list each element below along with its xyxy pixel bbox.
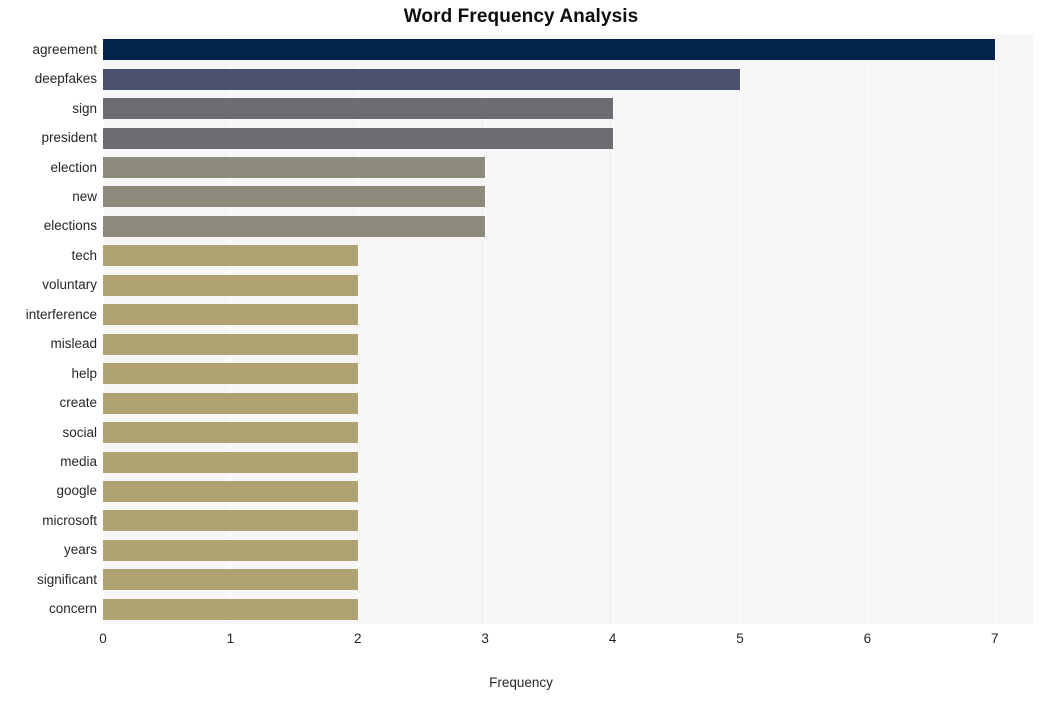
- bar-create[interactable]: [103, 392, 358, 414]
- bar-row[interactable]: [103, 39, 1033, 61]
- y-tick-label-elections: elections: [43, 218, 97, 234]
- y-tick-label-sign: sign: [72, 100, 97, 116]
- bar-row[interactable]: [103, 480, 1033, 502]
- bar-mislead[interactable]: [103, 333, 358, 355]
- y-tick-label-agreement: agreement: [32, 41, 97, 57]
- y-tick-label-tech: tech: [71, 247, 97, 263]
- bar-row[interactable]: [103, 598, 1033, 620]
- x-tick-label-1: 1: [226, 631, 235, 646]
- y-tick-label-google: google: [56, 483, 97, 499]
- bar-concern[interactable]: [103, 598, 358, 620]
- y-axis-tick-labels: agreement deepfakes sign president election n…: [0, 35, 97, 624]
- bar-row[interactable]: [103, 569, 1033, 591]
- bar-media[interactable]: [103, 451, 358, 473]
- bar-elections[interactable]: [103, 215, 486, 237]
- bar-new[interactable]: [103, 186, 486, 208]
- plot-area: [103, 35, 1033, 624]
- word-frequency-bar-chart: Word Frequency Analysis agreement deepfak…: [0, 0, 1042, 701]
- x-tick-label-0: 0: [99, 631, 107, 646]
- x-axis-title: Frequency: [489, 675, 553, 690]
- chart-title: Word Frequency Analysis: [403, 6, 639, 27]
- y-tick-label-microsoft: microsoft: [42, 512, 97, 528]
- bars-layer: [103, 35, 1033, 624]
- y-tick-label-voluntary: voluntary: [42, 277, 97, 293]
- y-tick-label-concern: concern: [48, 601, 97, 617]
- bar-years[interactable]: [103, 539, 358, 561]
- bar-row[interactable]: [103, 127, 1033, 149]
- bar-social[interactable]: [103, 422, 358, 444]
- x-tick-label-6: 6: [863, 631, 872, 646]
- bar-row[interactable]: [103, 157, 1033, 179]
- bar-row[interactable]: [103, 68, 1033, 90]
- y-tick-label-create: create: [59, 395, 97, 411]
- bar-sign[interactable]: [103, 98, 613, 120]
- bar-row[interactable]: [103, 451, 1033, 473]
- bar-deepfakes[interactable]: [103, 68, 740, 90]
- x-tick-label-2: 2: [354, 631, 362, 646]
- bar-row[interactable]: [103, 274, 1033, 296]
- bar-row[interactable]: [103, 186, 1033, 208]
- bar-microsoft[interactable]: [103, 510, 358, 532]
- x-tick-label-5: 5: [736, 631, 744, 646]
- bar-google[interactable]: [103, 480, 358, 502]
- bar-interference[interactable]: [103, 304, 358, 326]
- bar-tech[interactable]: [103, 245, 358, 267]
- y-tick-label-mislead: mislead: [50, 336, 97, 352]
- x-tick-label-4: 4: [608, 631, 617, 646]
- bar-row[interactable]: [103, 510, 1033, 532]
- bar-president[interactable]: [103, 127, 613, 149]
- y-tick-label-years: years: [63, 542, 97, 558]
- bar-election[interactable]: [103, 157, 486, 179]
- y-tick-label-media: media: [60, 454, 97, 470]
- y-tick-label-interference: interference: [25, 306, 97, 322]
- bar-help[interactable]: [103, 363, 358, 385]
- bar-row[interactable]: [103, 304, 1033, 326]
- bar-row[interactable]: [103, 215, 1033, 237]
- bar-significant[interactable]: [103, 569, 358, 591]
- y-tick-label-deepfakes: deepfakes: [34, 71, 97, 87]
- bar-row[interactable]: [103, 539, 1033, 561]
- bar-row[interactable]: [103, 422, 1033, 444]
- bar-row[interactable]: [103, 392, 1033, 414]
- bar-row[interactable]: [103, 245, 1033, 267]
- bar-agreement[interactable]: [103, 39, 995, 61]
- x-tick-label-3: 3: [481, 631, 489, 646]
- x-tick-label-7: 7: [991, 631, 999, 646]
- y-tick-label-new: new: [72, 188, 97, 204]
- bar-row[interactable]: [103, 363, 1033, 385]
- bar-voluntary[interactable]: [103, 274, 358, 296]
- y-tick-label-social: social: [62, 424, 97, 440]
- bar-row[interactable]: [103, 333, 1033, 355]
- y-tick-label-president: president: [41, 130, 97, 146]
- y-tick-label-significant: significant: [36, 571, 97, 587]
- bar-row[interactable]: [103, 98, 1033, 120]
- y-tick-label-election: election: [50, 159, 97, 175]
- y-tick-label-help: help: [71, 365, 97, 381]
- x-axis-tick-labels: 0 1 2 3 4 5 6 7: [99, 631, 1033, 652]
